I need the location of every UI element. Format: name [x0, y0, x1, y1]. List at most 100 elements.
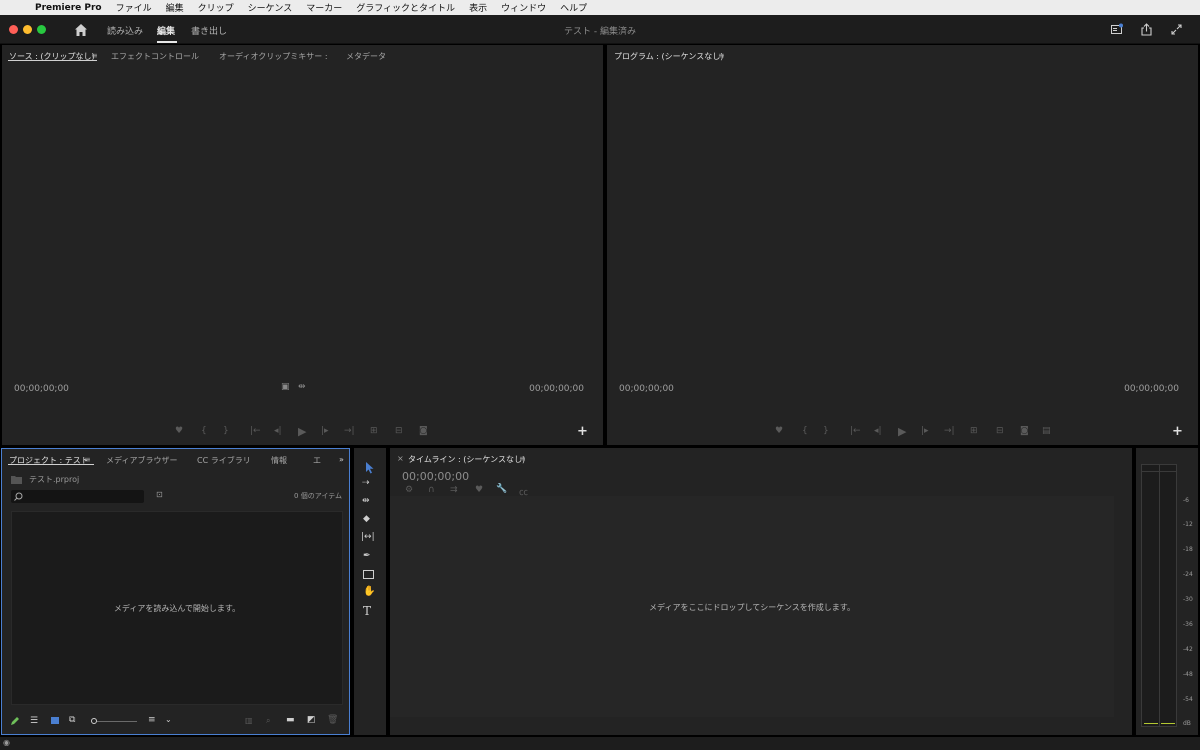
- new-item-icon[interactable]: ◩: [307, 715, 316, 725]
- cc-sync-icon[interactable]: ◉: [3, 738, 10, 747]
- export-frame-icon[interactable]: ◙: [1020, 426, 1029, 436]
- track-select-tool-icon[interactable]: ⇢: [362, 478, 370, 488]
- chevron-down-icon[interactable]: ⌄: [165, 715, 172, 724]
- mark-in-icon[interactable]: {: [201, 426, 207, 436]
- quick-export-icon[interactable]: [1110, 23, 1123, 36]
- pen-tool-icon[interactable]: ✒: [363, 551, 371, 561]
- project-panel-menu-icon[interactable]: ≡: [84, 455, 91, 464]
- selection-tool-icon[interactable]: [364, 461, 376, 474]
- step-back-icon[interactable]: ◂|: [274, 426, 282, 436]
- add-marker-icon[interactable]: ♥: [775, 426, 783, 436]
- type-tool-icon[interactable]: T: [363, 604, 371, 618]
- slip-tool-icon[interactable]: |↔|: [361, 532, 375, 542]
- rectangle-tool-icon[interactable]: [363, 570, 374, 579]
- meter-tick: -12: [1183, 521, 1193, 528]
- add-marker-icon[interactable]: ♥: [475, 485, 483, 495]
- tab-info[interactable]: 情報: [271, 455, 287, 466]
- mark-out-icon[interactable]: }: [823, 426, 829, 436]
- status-bar: ◉: [0, 737, 1200, 750]
- automate-to-sequence-icon[interactable]: ▥: [245, 716, 253, 725]
- menu-file[interactable]: ファイル: [109, 1, 159, 14]
- meter-tick: -54: [1183, 696, 1193, 703]
- project-search-input[interactable]: [11, 490, 144, 503]
- project-items-area[interactable]: メディアを読み込んで開始します。: [11, 511, 343, 705]
- program-panel-menu-icon[interactable]: ≡: [718, 51, 725, 60]
- comparison-view-icon[interactable]: ▤: [1042, 426, 1051, 436]
- timeline-panel: × タイムライン : (シーケンスなし) ≡ 00;00;00;00 ⚙ ∩ ⇉…: [390, 448, 1132, 735]
- razor-tool-icon[interactable]: ◆: [363, 514, 370, 524]
- list-view-icon[interactable]: ☰: [30, 716, 38, 726]
- tab-effect-controls[interactable]: エフェクトコントロール: [111, 51, 199, 62]
- step-back-icon[interactable]: ◂|: [874, 426, 882, 436]
- ripple-edit-tool-icon[interactable]: ⇹: [362, 496, 370, 506]
- mark-in-icon[interactable]: {: [802, 426, 808, 436]
- active-tab-indicator: [157, 41, 177, 43]
- new-search-bin-icon[interactable]: ⊡: [156, 490, 163, 499]
- app-header: 読み込み 編集 書き出し テスト - 編集済み: [0, 15, 1200, 44]
- menu-graphics[interactable]: グラフィックとタイトル: [349, 1, 462, 14]
- timeline-panel-menu-icon[interactable]: ≡: [519, 454, 526, 463]
- wrench-icon[interactable]: 🔧: [496, 484, 507, 494]
- drag-audio-icon[interactable]: ⇹: [298, 382, 306, 392]
- tab-media-browser[interactable]: メディアブラウザー: [106, 455, 177, 466]
- source-playhead-timecode[interactable]: 00;00;00;00: [14, 384, 69, 394]
- hand-tool-icon[interactable]: ✋: [363, 586, 375, 597]
- expand-icon[interactable]: [1170, 23, 1183, 36]
- timeline-playhead-timecode[interactable]: 00;00;00;00: [402, 470, 469, 483]
- go-to-in-icon[interactable]: |←: [250, 426, 261, 436]
- sort-icon[interactable]: ≡: [148, 715, 156, 725]
- tab-metadata[interactable]: メタデータ: [346, 51, 386, 62]
- menu-help[interactable]: ヘルプ: [553, 1, 594, 14]
- menu-edit[interactable]: 編集: [159, 1, 191, 14]
- play-icon[interactable]: ▶: [898, 425, 906, 438]
- insert-icon[interactable]: ⊞: [370, 426, 378, 436]
- nest-icon[interactable]: ⚙: [405, 485, 413, 495]
- drag-video-icon[interactable]: ▣: [281, 382, 290, 392]
- menu-clip[interactable]: クリップ: [191, 1, 241, 14]
- more-tabs-icon[interactable]: »: [339, 455, 344, 464]
- freeform-view-icon[interactable]: ⧉: [69, 715, 75, 725]
- go-to-in-icon[interactable]: |←: [850, 426, 861, 436]
- go-to-out-icon[interactable]: →|: [344, 426, 355, 436]
- menu-app-name[interactable]: Premiere Pro: [28, 3, 109, 13]
- icon-view-icon[interactable]: [51, 717, 59, 724]
- close-timeline-icon[interactable]: ×: [397, 454, 404, 463]
- zoom-slider-track[interactable]: [97, 721, 137, 722]
- share-icon[interactable]: [1140, 23, 1153, 36]
- button-editor-plus-button[interactable]: +: [577, 424, 588, 439]
- overwrite-icon[interactable]: ⊟: [395, 426, 403, 436]
- meter-tick: -42: [1183, 646, 1193, 653]
- program-playhead-timecode[interactable]: 00;00;00;00: [619, 384, 674, 394]
- active-tab-underline: [8, 464, 94, 465]
- button-editor-plus-button[interactable]: +: [1172, 424, 1183, 439]
- menu-window[interactable]: ウィンドウ: [494, 1, 553, 14]
- find-icon[interactable]: ⌕: [266, 716, 270, 726]
- new-bin-icon[interactable]: ▬: [286, 715, 295, 725]
- mark-out-icon[interactable]: }: [223, 426, 229, 436]
- source-panel-menu-icon[interactable]: ≡: [91, 51, 98, 60]
- play-icon[interactable]: ▶: [298, 425, 306, 438]
- source-duration-timecode: 00;00;00;00: [529, 384, 584, 394]
- tab-effects[interactable]: エ: [313, 455, 321, 466]
- pencil-icon[interactable]: [10, 716, 20, 726]
- add-marker-icon[interactable]: ♥: [175, 426, 183, 436]
- meter-tick: -48: [1183, 671, 1193, 678]
- lift-icon[interactable]: ⊞: [970, 426, 978, 436]
- menu-view[interactable]: 表示: [462, 1, 494, 14]
- tab-audio-clip-mixer[interactable]: オーディオクリップミキサー :: [219, 51, 328, 62]
- trash-icon[interactable]: 🗑: [327, 715, 338, 725]
- tab-timeline[interactable]: タイムライン : (シーケンスなし): [408, 454, 525, 465]
- step-forward-icon[interactable]: |▸: [921, 426, 929, 436]
- menu-marker[interactable]: マーカー: [299, 1, 349, 14]
- audio-meter-track: [1141, 464, 1177, 727]
- timeline-drop-area[interactable]: メディアをここにドロップしてシーケンスを作成します。: [390, 496, 1114, 717]
- go-to-out-icon[interactable]: →|: [944, 426, 955, 436]
- tab-cc-libraries[interactable]: CC ライブラリ: [197, 455, 251, 466]
- extract-icon[interactable]: ⊟: [996, 426, 1004, 436]
- export-frame-icon[interactable]: ◙: [419, 426, 428, 436]
- menu-sequence[interactable]: シーケンス: [241, 1, 300, 14]
- snap-icon[interactable]: ∩: [428, 485, 435, 495]
- linked-selection-icon[interactable]: ⇉: [450, 485, 458, 495]
- tab-program[interactable]: プログラム : (シーケンスなし): [614, 51, 723, 62]
- step-forward-icon[interactable]: |▸: [321, 426, 329, 436]
